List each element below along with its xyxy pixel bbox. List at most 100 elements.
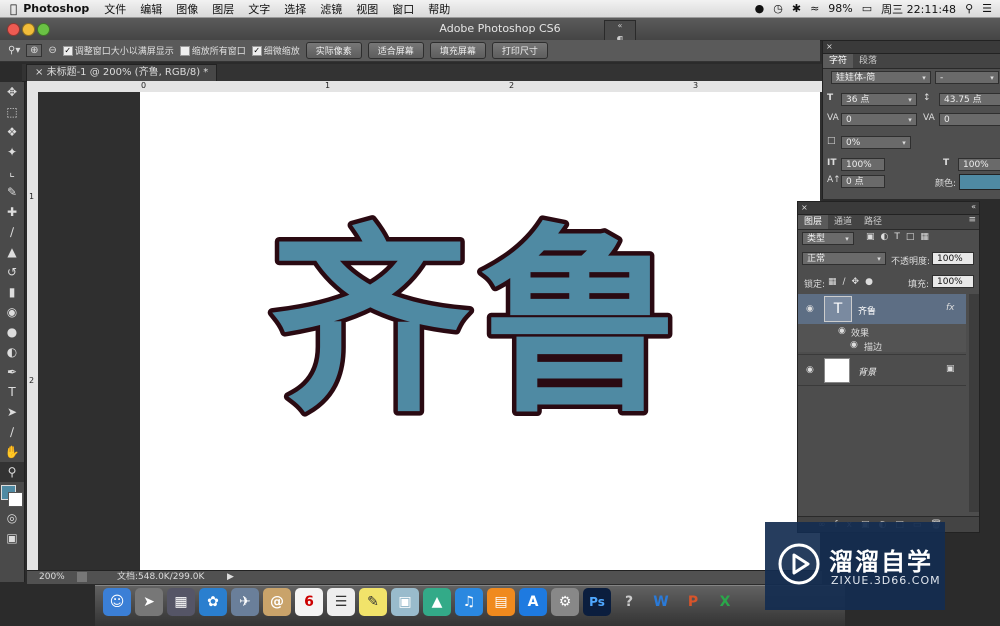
calendar-icon[interactable]: 6 bbox=[295, 588, 323, 616]
menu-select[interactable]: 选择 bbox=[277, 1, 313, 17]
filter-kind-select[interactable]: 类型 ▾ bbox=[802, 232, 854, 245]
screen-mode-icon[interactable]: ▣ bbox=[0, 528, 24, 548]
resize-windows-checkbox[interactable]: ✓ 调整窗口大小以满屏显示 bbox=[62, 44, 174, 57]
blend-mode-select[interactable]: 正常 ▾ bbox=[802, 252, 886, 265]
move-tool-icon[interactable]: ✥ bbox=[0, 82, 24, 102]
word-icon[interactable]: W bbox=[647, 588, 675, 616]
zoom-in-icon[interactable]: ⊕ bbox=[26, 44, 43, 57]
spotlight-icon[interactable]: ⚲ bbox=[965, 2, 973, 15]
magic-wand-icon[interactable]: ✦ bbox=[0, 142, 24, 162]
battery-icon[interactable]: ▭ bbox=[862, 2, 872, 15]
font-style-select[interactable]: - ▾ bbox=[935, 71, 999, 84]
visibility-eye-icon[interactable]: ◉ bbox=[806, 304, 814, 314]
help-icon[interactable]: ? bbox=[615, 588, 643, 616]
fx-icon[interactable]: fx bbox=[946, 303, 955, 313]
kerning-field[interactable]: 0 ▾ bbox=[841, 113, 917, 126]
menu-view[interactable]: 视图 bbox=[349, 1, 385, 17]
battery-percent[interactable]: 98% bbox=[828, 2, 852, 15]
reminders-icon[interactable]: ☰ bbox=[327, 588, 355, 616]
apple-icon[interactable]:  bbox=[0, 2, 17, 16]
horizontal-scale-field[interactable]: 100% bbox=[958, 158, 1000, 171]
zoom-all-windows-checkbox[interactable]: 缩放所有窗口 bbox=[179, 44, 246, 57]
text-color-swatch[interactable] bbox=[959, 174, 1000, 190]
contacts-icon[interactable]: @ bbox=[263, 588, 291, 616]
collapse-icon[interactable]: « bbox=[605, 21, 635, 30]
vertical-scale-field[interactable]: 100% bbox=[841, 158, 885, 171]
launchpad-icon[interactable]: ➤ bbox=[135, 588, 163, 616]
tab-layers[interactable]: 图层 bbox=[798, 215, 829, 229]
finder-icon[interactable]: ☺ bbox=[103, 588, 131, 616]
ibooks-icon[interactable]: ▤ bbox=[487, 588, 515, 616]
fill-field[interactable]: 100% bbox=[932, 275, 974, 288]
layer-name[interactable]: 背景 bbox=[858, 365, 876, 378]
itunes-icon[interactable]: ♫ bbox=[455, 588, 483, 616]
zoom-tool-icon[interactable]: ⚲ bbox=[0, 462, 24, 482]
tab-channels[interactable]: 通道 bbox=[828, 215, 858, 229]
app-menu[interactable]: Photoshop bbox=[17, 2, 97, 15]
visibility-eye-icon[interactable]: ◉ bbox=[838, 326, 846, 336]
filter-icons[interactable]: ▣◐T□▦ bbox=[866, 232, 935, 242]
layer-row-background[interactable]: ◉ 背景 ▣ bbox=[798, 354, 966, 386]
tab-paragraph[interactable]: 段落 bbox=[853, 54, 883, 68]
line-tool-icon[interactable]: ∕ bbox=[0, 422, 24, 442]
clock[interactable]: 周三 22:11:48 bbox=[881, 1, 956, 17]
eyedropper-icon[interactable]: ✎ bbox=[0, 182, 24, 202]
collapse-icon[interactable]: « bbox=[971, 202, 979, 211]
fit-screen-button[interactable]: 适合屏幕 bbox=[367, 42, 424, 59]
crop-tool-icon[interactable]: ⌞ bbox=[0, 162, 24, 182]
status-icon[interactable] bbox=[77, 572, 87, 582]
hand-tool-icon[interactable]: ✋ bbox=[0, 442, 24, 462]
clone-stamp-icon[interactable]: ▲ bbox=[0, 242, 24, 262]
quick-mask-icon[interactable]: ◎ bbox=[0, 508, 24, 528]
layer-row-text[interactable]: ◉ T 齐鲁 fx bbox=[798, 294, 966, 324]
dodge-tool-icon[interactable]: ◐ bbox=[0, 342, 24, 362]
menu-file[interactable]: 文件 bbox=[97, 1, 133, 17]
baseline-shift-field[interactable]: 0 点 bbox=[841, 175, 885, 188]
photoshop-icon[interactable]: Ps bbox=[583, 588, 611, 616]
powerpoint-icon[interactable]: P bbox=[679, 588, 707, 616]
app-store-icon[interactable]: A bbox=[519, 588, 547, 616]
status-menu-arrow-icon[interactable]: ▶ bbox=[227, 571, 234, 584]
visibility-eye-icon[interactable]: ◉ bbox=[850, 340, 858, 350]
time-machine-icon[interactable]: ◷ bbox=[773, 2, 783, 15]
document-tab[interactable]: × 未标题-1 @ 200% (齐鲁, RGB/8) * bbox=[26, 64, 218, 81]
system-preferences-icon[interactable]: ⚙ bbox=[551, 588, 579, 616]
tab-close-icon[interactable]: × bbox=[35, 67, 43, 78]
notes-icon[interactable]: ✎ bbox=[359, 588, 387, 616]
zoom-tool-icon[interactable]: ⚲▾ bbox=[8, 45, 20, 56]
document-canvas[interactable]: 齐鲁 bbox=[140, 92, 820, 570]
tsume-field[interactable]: 0% ▾ bbox=[841, 136, 911, 149]
pen-tool-icon[interactable]: ✒ bbox=[0, 362, 24, 382]
tab-paths[interactable]: 路径 bbox=[858, 215, 888, 229]
menu-edit[interactable]: 编辑 bbox=[133, 1, 169, 17]
menu-help[interactable]: 帮助 bbox=[421, 1, 457, 17]
background-color-swatch[interactable] bbox=[8, 492, 23, 507]
color-swatches[interactable] bbox=[0, 482, 24, 508]
lasso-tool-icon[interactable]: ❖ bbox=[0, 122, 24, 142]
scrubby-zoom-checkbox[interactable]: ✓ 细微缩放 bbox=[251, 44, 300, 57]
zoom-level[interactable]: 200% bbox=[39, 571, 65, 584]
eraser-icon[interactable]: ▮ bbox=[0, 282, 24, 302]
notification-icon[interactable]: ● bbox=[755, 2, 765, 15]
stroke-effect-row[interactable]: ◉ 描边 bbox=[798, 338, 966, 353]
layer-name[interactable]: 齐鲁 bbox=[858, 304, 876, 317]
print-size-button[interactable]: 打印尺寸 bbox=[491, 42, 548, 59]
preview-icon[interactable]: ▣ bbox=[391, 588, 419, 616]
visibility-eye-icon[interactable]: ◉ bbox=[806, 365, 814, 375]
mail-icon[interactable]: ✈ bbox=[231, 588, 259, 616]
healing-brush-icon[interactable]: ✚ bbox=[0, 202, 24, 222]
effects-row[interactable]: ◉ 效果 bbox=[798, 324, 966, 339]
path-selection-icon[interactable]: ➤ bbox=[0, 402, 24, 422]
blur-tool-icon[interactable]: ● bbox=[0, 322, 24, 342]
zoom-out-icon[interactable]: ⊖ bbox=[48, 45, 56, 56]
font-family-select[interactable]: 娃娃体-简 ▾ bbox=[831, 71, 931, 84]
type-tool-icon[interactable]: T bbox=[0, 382, 24, 402]
excel-icon[interactable]: X bbox=[711, 588, 739, 616]
photos-icon[interactable]: ▲ bbox=[423, 588, 451, 616]
font-size-field[interactable]: 36 点 ▾ bbox=[841, 93, 917, 106]
menu-type[interactable]: 文字 bbox=[241, 1, 277, 17]
brush-tool-icon[interactable]: ∕ bbox=[0, 222, 24, 242]
menu-image[interactable]: 图像 bbox=[169, 1, 205, 17]
panel-close-icon[interactable]: × bbox=[798, 203, 808, 212]
leading-field[interactable]: 43.75 点 bbox=[939, 93, 1000, 106]
